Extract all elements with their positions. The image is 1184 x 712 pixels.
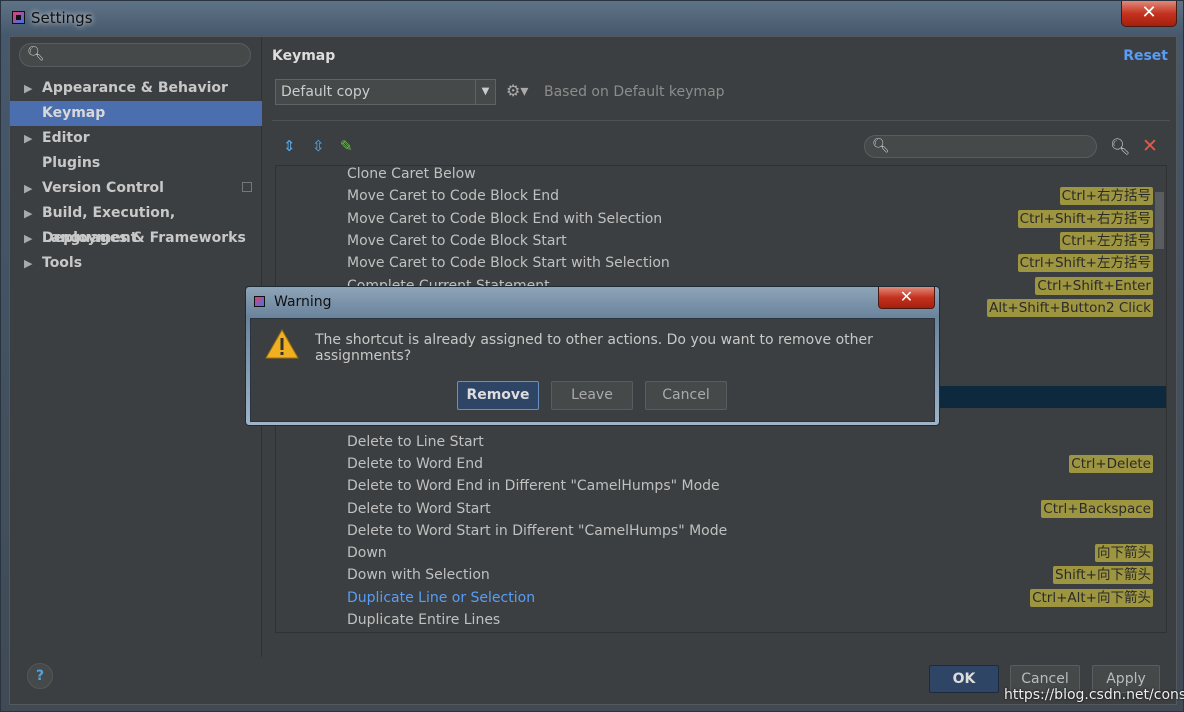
action-name: Move Caret to Code Block Start with Sele… [347,255,670,272]
action-row[interactable]: Down with Selection Shift+向下箭头 [276,564,1166,586]
reset-link[interactable]: Reset [1123,48,1168,64]
dialog-message: The shortcut is already assigned to othe… [315,332,873,364]
expand-arrow-icon[interactable]: ▶ [24,251,32,276]
expand-arrow-icon[interactable]: ▶ [24,76,32,101]
action-row[interactable]: Delete to Word Start Ctrl+Backspace [276,498,1166,520]
action-name: Delete to Word Start in Different "Camel… [347,522,728,539]
action-row[interactable]: Duplicate Entire Lines [276,609,1166,631]
expand-arrow-icon[interactable]: ▶ [24,226,32,251]
action-row[interactable]: Delete to Word End Ctrl+Delete [276,453,1166,475]
action-row[interactable]: Delete to Word Start in Different "Camel… [276,520,1166,542]
action-name: Delete to Line Start [347,433,484,450]
sidebar-item-label: Keymap [42,105,106,121]
action-name: Delete to Word End [347,455,483,472]
page-title: Keymap [272,48,336,64]
project-level-icon [242,182,252,192]
action-search-input[interactable]: 🔍︎ [864,135,1097,158]
settings-search-input[interactable]: 🔍︎ [19,43,251,67]
search-icon: 🔍︎ [27,46,45,62]
sidebar-item-label: Appearance & Behavior [42,80,228,96]
warning-icon [265,329,299,359]
keymap-select[interactable]: Default copy ▼ [275,79,496,105]
action-name: Duplicate Line or Selection [347,589,536,606]
action-row[interactable]: Down 向下箭头 [276,542,1166,564]
expand-arrow-icon[interactable]: ▶ [24,126,32,151]
shortcut-badge: Ctrl+右方括号 [1059,187,1153,206]
dialog-cancel-button[interactable]: Cancel [645,381,727,410]
sidebar-item-appearance-behavior[interactable]: ▶ Appearance & Behavior [10,76,262,101]
action-name: Down with Selection [347,567,490,584]
shortcut-badge: Ctrl+Shift+Enter [1035,276,1153,295]
shortcut-badge: Ctrl+Backspace [1041,499,1153,518]
remove-button[interactable]: Remove [457,381,539,410]
leave-button[interactable]: Leave [551,381,633,410]
title-bar: Settings ✕ [1,1,1184,35]
action-row[interactable]: Duplicate Line or Selection Ctrl+Alt+向下箭头 [276,587,1166,609]
sidebar-item-label: Plugins [42,155,101,171]
shortcut-badge: Alt+Shift+Button2 Click [987,298,1153,317]
action-name: Clone Caret Below [347,166,476,182]
search-icon: 🔍︎ [872,138,890,154]
action-row[interactable]: Move Caret to Code Block Start Ctrl+左方括号 [276,230,1166,252]
sidebar-item-label: Tools [42,255,83,271]
shortcut-badge: 向下箭头 [1095,544,1153,563]
sidebar-item-plugins[interactable]: Plugins [10,151,262,176]
shortcut-badge: Shift+向下箭头 [1053,566,1153,585]
window-close-button[interactable]: ✕ [1121,1,1177,27]
sidebar-item-label: Languages & Frameworks [42,230,246,246]
sidebar-item-version-control[interactable]: ▶ Version Control [10,176,262,201]
based-on-label: Based on Default keymap [544,84,725,100]
warning-dialog: Warning ✕ The shortcut is already assign… [245,286,940,426]
ok-button[interactable]: OK [929,665,999,693]
shortcut-badge: Ctrl+Delete [1069,454,1153,473]
action-row[interactable]: Move Caret to Code Block Start with Sele… [276,252,1166,274]
keymap-select-value: Default copy [281,84,371,100]
divider [272,120,1170,121]
edit-pencil-icon[interactable]: ✎ [340,137,353,155]
chevron-down-icon[interactable]: ▼ [475,80,495,104]
sidebar-item-label: Version Control [42,180,164,196]
action-row[interactable]: Delete to Word End in Different "CamelHu… [276,475,1166,497]
action-row[interactable]: Clone Caret Below [276,166,1166,185]
expand-all-icon[interactable]: ⇕ [283,137,296,155]
clear-filter-icon[interactable]: ✕ [1142,135,1158,157]
collapse-all-icon[interactable]: ⇳ [312,137,325,155]
action-name: Move Caret to Code Block End [347,188,560,205]
shortcut-badge: Ctrl+左方括号 [1059,231,1153,250]
find-by-shortcut-icon[interactable]: 🔍︎ [1110,137,1130,156]
dialog-body: The shortcut is already assigned to othe… [250,318,935,422]
action-row[interactable]: Delete to Line Start [276,431,1166,453]
shortcut-badge: Ctrl+Alt+向下箭头 [1030,588,1153,607]
shortcut-badge: Ctrl+Shift+左方括号 [1017,254,1153,273]
dialog-close-button[interactable]: ✕ [878,287,935,309]
expand-arrow-icon[interactable]: ▶ [24,176,32,201]
action-name: Move Caret to Code Block End with Select… [347,210,663,227]
vertical-scrollbar[interactable] [1155,192,1164,249]
action-name: Duplicate Entire Lines [347,612,501,628]
sidebar-item-languages-frameworks[interactable]: ▶ Languages & Frameworks [10,226,262,251]
action-row[interactable]: Move Caret to Code Block End Ctrl+右方括号 [276,185,1166,207]
sidebar-item-editor[interactable]: ▶ Editor [10,126,262,151]
dialog-title: Warning [274,294,332,310]
help-button[interactable]: ? [27,663,53,689]
gear-icon[interactable]: ⚙▾ [506,81,528,100]
intellij-app-icon [254,296,265,307]
intellij-app-icon [12,11,25,24]
settings-sidebar: 🔍︎ ▶ Appearance & Behavior Keymap ▶ Editor Pl… [10,37,262,657]
sidebar-item-label: Editor [42,130,90,146]
action-name: Delete to Word End in Different "CamelHu… [347,478,720,495]
action-row[interactable]: Move Caret to Code Block End with Select… [276,208,1166,230]
window-title: Settings [31,9,93,27]
sidebar-item-keymap[interactable]: Keymap [10,101,262,126]
shortcut-badge: Ctrl+Shift+右方括号 [1017,209,1153,228]
sidebar-item-tools[interactable]: ▶ Tools [10,251,262,276]
sidebar-item-build-execution-deployment[interactable]: ▶ Build, Execution, Deployment [10,201,262,246]
action-name: Delete to Word Start [347,500,491,517]
expand-arrow-icon[interactable]: ▶ [24,201,32,226]
action-name: Down [347,545,387,562]
action-name: Move Caret to Code Block Start [347,232,567,249]
watermark: https://blog.csdn.net/const_ [1004,687,1184,703]
